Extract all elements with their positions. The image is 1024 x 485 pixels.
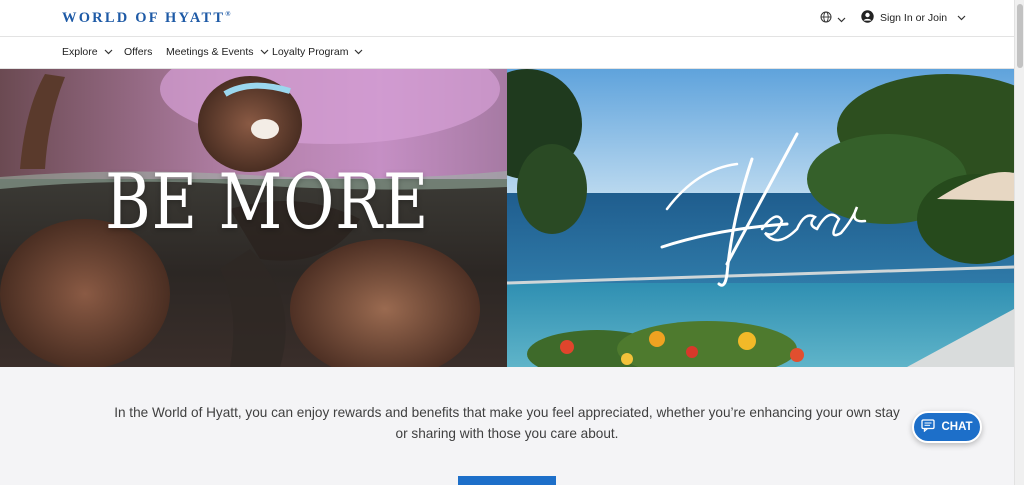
- hero-script-word: [657, 129, 887, 304]
- chat-label: CHAT: [941, 421, 973, 433]
- user-icon: [861, 10, 874, 26]
- chevron-down-icon: [837, 10, 846, 28]
- chevron-down-icon: [354, 46, 363, 58]
- page-scrollbar[interactable]: [1014, 0, 1024, 485]
- hero-banner: BE MORE: [0, 69, 1014, 367]
- nav-loyalty-label: Loyalty Program: [272, 46, 349, 58]
- nav-offers-label: Offers: [124, 46, 153, 58]
- hero-photo-ocean: [472, 69, 1014, 367]
- top-bar: WORLD OF HYATT® Sign In or Join: [0, 0, 1014, 37]
- nav-offers[interactable]: Offers: [124, 46, 152, 58]
- chat-button[interactable]: CHAT: [912, 411, 982, 443]
- registered-mark: ®: [225, 10, 231, 19]
- language-selector[interactable]: [820, 10, 846, 28]
- nav-explore-label: Explore: [62, 46, 98, 58]
- globe-icon: [820, 10, 832, 28]
- hero-photo-pool: BE MORE: [0, 69, 507, 367]
- sign-in-label: Sign In or Join: [880, 12, 948, 24]
- brand-name: WORLD OF HYATT: [62, 10, 226, 26]
- intro-text: In the World of Hyatt, you can enjoy rew…: [114, 405, 900, 441]
- main-nav: Explore Offers Meetings & Events Loyalty…: [0, 37, 1014, 69]
- chevron-down-icon: [957, 12, 966, 24]
- chat-icon: [921, 419, 936, 435]
- chevron-down-icon: [260, 46, 269, 58]
- hero-headline: BE MORE: [105, 157, 430, 246]
- join-now-button[interactable]: [458, 476, 556, 485]
- nav-meetings-events[interactable]: Meetings & Events: [166, 46, 269, 58]
- nav-explore[interactable]: Explore: [62, 46, 113, 58]
- scrollbar-thumb[interactable]: [1017, 4, 1023, 68]
- nav-meetings-label: Meetings & Events: [166, 46, 254, 58]
- chevron-down-icon: [104, 46, 113, 58]
- nav-loyalty-program[interactable]: Loyalty Program: [272, 46, 363, 58]
- world-of-hyatt-logo[interactable]: WORLD OF HYATT®: [62, 10, 230, 27]
- sign-in-button[interactable]: Sign In or Join: [861, 10, 966, 26]
